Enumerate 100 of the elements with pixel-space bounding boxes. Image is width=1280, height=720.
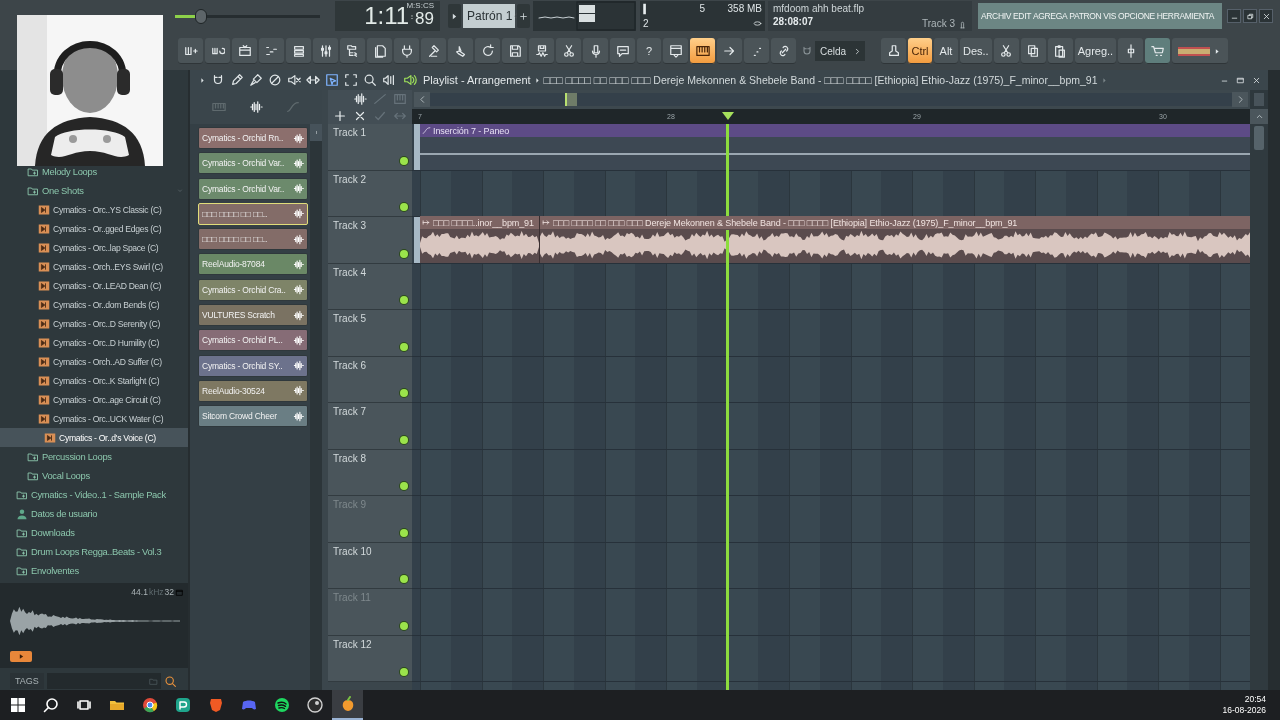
clip-item[interactable]: ReelAudio-87084 xyxy=(198,253,308,276)
browser-item[interactable]: One Shots xyxy=(0,181,188,200)
clip-item[interactable]: Cymatics - Orchid PL.. xyxy=(198,329,308,352)
browser-item[interactable]: Datos de usuario xyxy=(0,504,188,523)
hint-text: Track 3 xyxy=(922,18,955,29)
track-header[interactable]: Track 8 xyxy=(328,449,412,496)
snap-dropdown[interactable]: Celda xyxy=(815,41,865,61)
toolbar-button[interactable]: Alt xyxy=(934,38,958,64)
browser-item[interactable]: Cymatics - Orc..UCK Water (C) xyxy=(0,409,188,428)
menu-item[interactable]: AGREGA xyxy=(1033,11,1068,21)
track-header[interactable]: Track 5 xyxy=(328,310,412,357)
browser-item[interactable]: Envolventes xyxy=(0,561,188,580)
clip-name: ReelAudio-87084 xyxy=(202,259,265,270)
project-time: 28:08:07 xyxy=(773,16,815,27)
track-name: Track 1 xyxy=(333,127,367,138)
track-header[interactable]: Track 1 xyxy=(328,124,412,171)
clip-name: VULTURES Scratch xyxy=(202,310,275,321)
clip-item[interactable]: Cymatics - Orchid Var.. xyxy=(198,152,308,175)
track-name: Track 6 xyxy=(333,359,367,371)
toolbar-button[interactable]: Des.. xyxy=(960,38,992,64)
clip-name: Sitcom Crowd Cheer xyxy=(202,411,277,422)
rate-unit: kHz xyxy=(148,587,164,597)
time-unit: M:S:CS xyxy=(406,2,434,10)
menu-item[interactable]: PATRON xyxy=(1069,11,1102,21)
menu-item[interactable]: VIS xyxy=(1103,11,1116,21)
track-name: Track 4 xyxy=(333,266,367,278)
browser-item[interactable]: Cymatics - Or..dom Bends (C) xyxy=(0,295,188,314)
track-header[interactable]: Track 6 xyxy=(328,356,412,403)
clip-name: Cymatics - Orchid Cra.. xyxy=(202,284,286,295)
track-header[interactable]: Track 10 xyxy=(328,542,412,589)
clip-name: □□□ □□□□ □□ □□.. xyxy=(202,208,268,219)
browser-item[interactable]: Cymatics - Orch..AD Suffer (C) xyxy=(0,352,188,371)
browser-item[interactable]: Cymatics - Orc..D Humility (C) xyxy=(0,333,188,352)
track-name: Track 12 xyxy=(333,638,373,650)
audio-clip[interactable]: □□□ □□□□ □□ □□□ □□□ Dereje Mekonnen & Shebele Band - □□□ □□□□ [Ethiopia] Ethio-Jazz (1975)_F_minor__bpm_91 xyxy=(540,216,1250,263)
memory-value: 358 MB xyxy=(727,3,762,14)
menu-item[interactable]: ARCHIV xyxy=(981,11,1012,21)
clip-label: □□□ □□□□..inor__bpm_91 xyxy=(433,217,534,228)
browser-item[interactable]: Cymatics - Orc..K Starlight (C) xyxy=(0,371,188,390)
audio-clip[interactable]: □□□ □□□□..inor__bpm_91 xyxy=(420,216,540,263)
polyphony-value: 2 xyxy=(643,18,649,29)
toolbar-button[interactable]: Ctrl xyxy=(908,38,932,64)
clip-label: □□□ □□□□ □□ □□□ □□□ Dereje Mekonnen & Shebele Band - □□□ □□□□ [Ethiopia] Ethio-Jazz (1975)_F_minor__bpm_91 xyxy=(553,217,1018,228)
clock-time: 20:54 xyxy=(1244,694,1266,705)
clip-name: ReelAudio-30524 xyxy=(202,385,265,396)
project-name: mfdoom ahh beat.flp xyxy=(773,3,865,14)
track-name: Track 2 xyxy=(333,173,367,185)
sample-rate: 44.1 xyxy=(131,587,148,597)
bit-depth: 32 xyxy=(164,587,174,597)
track-header[interactable]: Track 4 xyxy=(328,263,412,310)
toolbar-button[interactable]: Agreg.. xyxy=(1074,38,1117,64)
clip-item[interactable]: □□□ □□□□ □□ □□.. xyxy=(198,228,308,251)
browser-item[interactable]: Melody Loops xyxy=(0,162,188,181)
browser-item[interactable]: Cymatics - Video..1 - Sample Pack xyxy=(0,485,188,504)
clip-item[interactable]: Cymatics - Orchid Rn.. xyxy=(198,127,308,149)
tags-label: TAGS xyxy=(10,673,44,689)
clip-item[interactable]: VULTURES Scratch xyxy=(198,304,308,327)
browser-item[interactable]: Percussion Loops xyxy=(0,447,188,466)
track-header[interactable]: Track 7 xyxy=(328,403,412,450)
clip-item[interactable]: □□□ □□□□ □□ □□.. xyxy=(198,202,308,225)
window-title: Playlist - Arrangement xyxy=(423,74,531,86)
menu-item[interactable]: HERRAMIENTA xyxy=(1156,11,1215,21)
clip-item[interactable]: Sitcom Crowd Cheer xyxy=(198,405,308,428)
track-header[interactable]: Track 12 xyxy=(328,635,412,682)
browser-item[interactable]: Cymatics - Or..gged Edges (C) xyxy=(0,219,188,238)
track-header[interactable]: Track 3 xyxy=(328,217,412,264)
clip-item[interactable]: ReelAudio-30524 xyxy=(198,379,308,402)
clip-label: Inserción 7 - Paneo xyxy=(433,125,510,136)
cpu-value: 5 xyxy=(699,3,705,14)
pattern-selector[interactable]: Patrón 1 xyxy=(463,4,515,28)
time-fraction: 89 xyxy=(415,9,434,29)
browser-item[interactable]: Cymatics - Or..d's Voice (C) xyxy=(0,428,188,447)
clip-item[interactable]: Cymatics - Orchid SY.. xyxy=(198,354,308,377)
clip-name: Cymatics - Orchid PL.. xyxy=(202,335,283,346)
browser-item[interactable]: Downloads xyxy=(0,523,188,542)
clock-date: 16-08-2026 xyxy=(1222,705,1266,716)
browser-item[interactable]: Cymatics - Orc..YS Classic (C) xyxy=(0,200,188,219)
toolbar-button[interactable]: ? xyxy=(637,38,661,64)
menu-item[interactable]: EDIT xyxy=(1013,11,1031,21)
clip-name: Cymatics - Orchid Var.. xyxy=(202,158,285,169)
browser-item[interactable]: Vocal Loops xyxy=(0,466,188,485)
browser-item[interactable]: Cymatics - Orc..age Circuit (C) xyxy=(0,390,188,409)
browser-item[interactable]: Cymatics - Orc..D Serenity (C) xyxy=(0,314,188,333)
browser-item[interactable]: Cymatics - Orc..lap Space (C) xyxy=(0,238,188,257)
clip-name: □□□ □□□□ □□ □□.. xyxy=(202,234,268,245)
clip-name: Cymatics - Orchid SY.. xyxy=(202,360,283,371)
track-name: Track 10 xyxy=(333,545,373,557)
menu-item[interactable]: OPCIONE xyxy=(1118,11,1155,21)
browser-item[interactable]: Cymatics - Or..LEAD Dean (C) xyxy=(0,276,188,295)
track-name: Track 3 xyxy=(333,220,367,231)
browser-item[interactable]: Cymatics - Orch..EYS Swirl (C) xyxy=(0,257,188,276)
track-header[interactable]: Track 2 xyxy=(328,170,412,217)
clip-name: Cymatics - Orchid Rn.. xyxy=(202,133,284,143)
browser-item[interactable]: Drum Loops Regga..Beats - Vol.3 xyxy=(0,542,188,561)
track-name: Track 8 xyxy=(333,452,367,464)
track-name: Track 5 xyxy=(333,313,367,324)
clip-item[interactable]: Cymatics - Orchid Cra.. xyxy=(198,278,308,301)
song-title: □□□ □□□□ □□ □□□ □□□ Dereje Mekonnen & Shebele Band - □□□ □□□□ [Ethiopia] Ethio-Jazz (1975)_F_minor__bpm_91 xyxy=(543,74,1098,86)
clip-name: Cymatics - Orchid Var.. xyxy=(202,183,285,194)
clip-item[interactable]: Cymatics - Orchid Var.. xyxy=(198,177,308,200)
